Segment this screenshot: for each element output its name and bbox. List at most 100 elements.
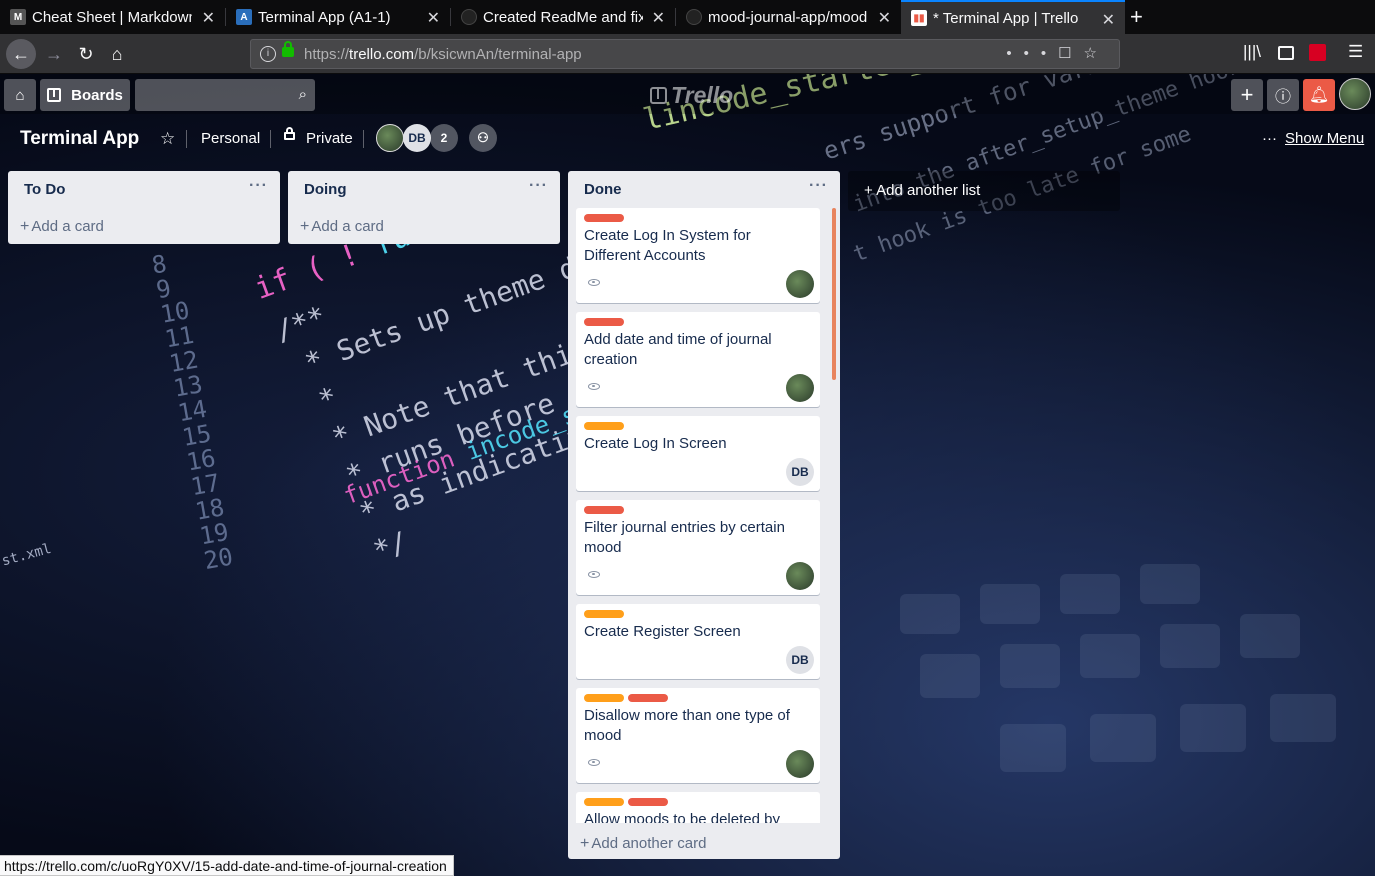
card-labels[interactable] — [584, 214, 628, 222]
team-button[interactable]: Personal — [201, 130, 260, 147]
search-icon[interactable]: ⌕ — [299, 86, 307, 103]
card[interactable]: Filter journal entries by certain mood — [576, 500, 820, 595]
card[interactable]: Create Log In System for Different Accou… — [576, 208, 820, 303]
list-menu-icon[interactable]: ··· — [809, 177, 828, 195]
info-button[interactable]: ⓘ — [1267, 79, 1299, 111]
create-button[interactable]: + — [1231, 79, 1263, 111]
add-card-button[interactable]: + Add a card — [8, 209, 280, 243]
bg-keyboard — [1090, 714, 1156, 762]
card-label[interactable] — [628, 694, 668, 702]
close-icon[interactable]: ✕ — [202, 8, 215, 28]
card-label[interactable] — [628, 798, 668, 806]
info-icon[interactable]: i — [260, 46, 276, 62]
list-header[interactable]: Done ··· — [568, 171, 840, 209]
close-icon[interactable]: ✕ — [427, 8, 440, 28]
watch-eye-icon — [588, 571, 600, 578]
card-labels[interactable] — [584, 318, 628, 326]
card-label[interactable] — [584, 798, 624, 806]
browser-tab[interactable]: mood-journal-app/mood ✕ — [676, 0, 901, 34]
reload-button[interactable]: ↻ — [72, 40, 100, 68]
url-bar[interactable]: i https://trello.com/b/ksicwnAn/terminal… — [250, 39, 1120, 69]
card-label[interactable] — [584, 694, 624, 702]
header-divider — [270, 130, 271, 148]
tab-title: Cheat Sheet | Markdown — [32, 8, 192, 26]
card-member-initials[interactable]: DB — [786, 458, 814, 486]
boards-button[interactable]: Boards — [40, 79, 130, 111]
add-card-button[interactable]: + Add another card — [568, 826, 706, 859]
card-list[interactable]: Create Log In System for Different Accou… — [576, 208, 820, 823]
show-menu-button[interactable]: ··· Show Menu — [1262, 130, 1364, 147]
list-title[interactable]: Doing — [304, 181, 347, 198]
card-labels[interactable] — [584, 610, 628, 618]
card-member-avatar[interactable] — [786, 270, 814, 298]
library-icon[interactable]: |||\ — [1243, 42, 1261, 62]
browser-tab-active[interactable]: ▮▮ * Terminal App | Trello ✕ — [901, 0, 1125, 34]
invite-member-icon[interactable]: ⚇ — [469, 124, 497, 152]
card-member-initials[interactable]: DB — [786, 646, 814, 674]
list-title[interactable]: To Do — [24, 181, 65, 198]
card[interactable]: Add date and time of journal creation — [576, 312, 820, 407]
close-icon[interactable]: ✕ — [652, 8, 665, 28]
add-list-button[interactable]: + Add another list — [848, 171, 1120, 211]
member-count-badge[interactable]: 2 — [430, 124, 458, 152]
forward-button[interactable]: → — [40, 40, 68, 68]
card-labels[interactable] — [584, 422, 628, 430]
close-icon[interactable]: ✕ — [1102, 10, 1115, 30]
card-title: Allow moods to be deleted by — [584, 811, 780, 823]
list-menu-icon[interactable]: ··· — [249, 177, 268, 195]
card[interactable]: Create Register Screen DB — [576, 604, 820, 679]
list-header[interactable]: To Do ··· — [8, 171, 280, 209]
url-text[interactable]: https://trello.com/b/ksicwnAn/terminal-a… — [304, 46, 582, 63]
back-button[interactable]: ← — [6, 39, 36, 69]
card-label[interactable] — [584, 214, 624, 222]
extension-icon[interactable] — [1309, 44, 1326, 61]
search-input[interactable]: ⌕ — [135, 79, 315, 111]
star-icon[interactable]: ☆ — [160, 129, 175, 149]
browser-tab[interactable]: M Cheat Sheet | Markdown ✕ — [0, 0, 225, 34]
ellipsis-icon: ··· — [1262, 130, 1277, 147]
home-icon[interactable]: ⌂ — [4, 79, 36, 111]
scrollbar[interactable] — [832, 208, 836, 380]
card-labels[interactable] — [584, 694, 672, 702]
menu-icon[interactable]: ☰ — [1348, 42, 1363, 62]
show-menu-label: Show Menu — [1285, 130, 1365, 147]
member-avatar[interactable] — [376, 124, 404, 152]
avatar[interactable] — [1339, 78, 1371, 110]
sidebar-icon[interactable] — [1278, 46, 1294, 60]
card-member-avatar[interactable] — [786, 750, 814, 778]
board-title[interactable]: Terminal App — [20, 128, 139, 150]
list-header[interactable]: Doing ··· — [288, 171, 560, 209]
card[interactable]: Allow moods to be deleted by — [576, 792, 820, 823]
card-label[interactable] — [584, 610, 624, 618]
card-label[interactable] — [584, 422, 624, 430]
watch-eye-icon — [588, 759, 600, 766]
card-label[interactable] — [584, 318, 624, 326]
new-tab-button[interactable]: + — [1130, 4, 1143, 30]
browser-tab[interactable]: A Terminal App (A1-1) ✕ — [226, 0, 450, 34]
list-menu-icon[interactable]: ··· — [529, 177, 548, 195]
visibility-button[interactable]: Private — [306, 130, 353, 147]
card-member-avatar[interactable] — [786, 562, 814, 590]
browser-tab[interactable]: Created ReadMe and fixe ✕ — [451, 0, 675, 34]
page-actions[interactable]: •••☐☆ — [1006, 44, 1109, 62]
card-label[interactable] — [584, 506, 624, 514]
github-icon — [461, 9, 477, 25]
card-labels[interactable] — [584, 798, 672, 806]
github-icon — [686, 9, 702, 25]
list-doing: Doing ··· + Add a card — [288, 171, 560, 244]
lock-icon[interactable] — [282, 41, 294, 57]
member-avatar-initials[interactable]: DB — [403, 124, 431, 152]
bg-keyboard — [1180, 704, 1246, 752]
home-button[interactable]: ⌂ — [103, 40, 131, 68]
trello-logo[interactable]: Trello — [650, 82, 733, 109]
list-title[interactable]: Done — [584, 181, 622, 198]
notifications-bell-icon[interactable]: 🔔︎ — [1303, 79, 1335, 111]
bg-line-numbers: 8 9 10 11 12 13 14 15 16 17 18 19 20 — [149, 249, 236, 576]
close-icon[interactable]: ✕ — [878, 8, 891, 28]
card[interactable]: Disallow more than one type of mood — [576, 688, 820, 783]
card-labels[interactable] — [584, 506, 628, 514]
card-member-avatar[interactable] — [786, 374, 814, 402]
add-card-button[interactable]: + Add a card — [288, 209, 560, 243]
card[interactable]: Create Log In Screen DB — [576, 416, 820, 491]
lock-icon[interactable] — [284, 127, 295, 140]
